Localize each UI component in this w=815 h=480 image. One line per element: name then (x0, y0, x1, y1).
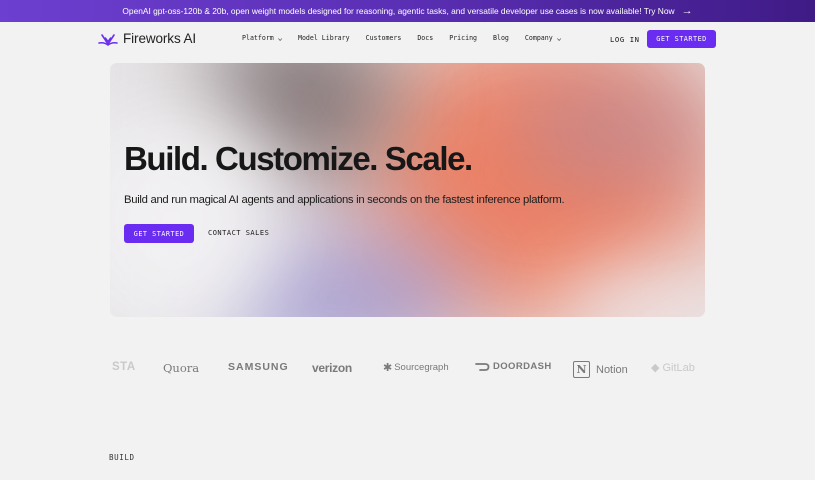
notion-name: Notion (596, 363, 628, 376)
customer-logo-verizon: verizon (312, 361, 352, 375)
announcement-banner[interactable]: OpenAI gpt-oss-120b & 20b, open weight m… (0, 0, 815, 22)
customer-logo-notion: N Notion (573, 361, 628, 378)
nav-item-pricing[interactable]: Pricing (449, 34, 477, 42)
nav-item-company[interactable]: Company ⌄ (524, 34, 562, 42)
customer-logo-doordash: DOORDASH (475, 361, 552, 372)
nav-item-label: Platform (242, 34, 274, 42)
nav-item-platform[interactable]: Platform ⌄ (242, 34, 283, 42)
gradient-blob (510, 73, 705, 193)
section-label: BUILD (109, 453, 135, 462)
gitlab-name: GitLab (662, 361, 695, 374)
nav-item-label: Pricing (449, 34, 478, 42)
chevron-down-icon: ⌄ (556, 34, 562, 42)
gitlab-icon: ◆ (651, 362, 660, 374)
login-link[interactable]: LOG IN (610, 35, 640, 44)
customer-logo-sta: STA (112, 361, 136, 373)
customer-logo-sourcegraph: ✱ Sourcegraph (383, 361, 449, 374)
nav-item-label: Blog (493, 34, 509, 42)
customer-logo-quora: Quora (163, 361, 200, 375)
fireworks-logo-icon (98, 33, 118, 46)
hero-get-started-button[interactable]: GET STARTED (124, 224, 194, 243)
main-menu: Platform ⌄ Model Library Customers Docs … (242, 34, 577, 42)
doordash-icon (475, 363, 490, 371)
contact-sales-link[interactable]: CONTACT SALES (208, 229, 269, 237)
hero-title: Build. Customize. Scale. (124, 140, 473, 177)
nav-item-model-library[interactable]: Model Library (298, 34, 350, 42)
customer-logos: STA Quora SAMSUNG verizon ✱ Sourcegraph … (0, 355, 815, 381)
nav-item-blog[interactable]: Blog (493, 34, 509, 42)
nav-item-label: Customers (365, 34, 402, 42)
customer-logo-samsung: SAMSUNG (228, 361, 289, 373)
nav-item-label: Docs (417, 34, 434, 42)
hero-subtitle: Build and run magical AI agents and appl… (124, 194, 565, 206)
nav-item-label: Company (524, 34, 553, 42)
nav-item-label: Model Library (297, 34, 350, 42)
customer-logo-gitlab: ◆ GitLab (651, 361, 695, 375)
sourcegraph-name: Sourcegraph (394, 362, 449, 373)
doordash-name: DOORDASH (493, 361, 552, 372)
top-nav: Fireworks AI Platform ⌄ Model Library Cu… (0, 22, 815, 56)
hero-section: Build. Customize. Scale. Build and run m… (110, 63, 705, 317)
arrow-right-icon[interactable]: → (682, 5, 693, 17)
brand-name: Fireworks AI (123, 31, 197, 46)
banner-text[interactable]: OpenAI gpt-oss-120b & 20b, open weight m… (122, 6, 674, 16)
get-started-button[interactable]: GET STARTED (647, 30, 716, 48)
nav-item-docs[interactable]: Docs (417, 34, 433, 42)
notion-icon: N (573, 361, 590, 378)
chevron-down-icon: ⌄ (277, 34, 283, 42)
nav-item-customers[interactable]: Customers (366, 34, 402, 42)
brand-logo[interactable]: Fireworks AI (98, 31, 196, 46)
sourcegraph-icon: ✱ (383, 362, 393, 374)
